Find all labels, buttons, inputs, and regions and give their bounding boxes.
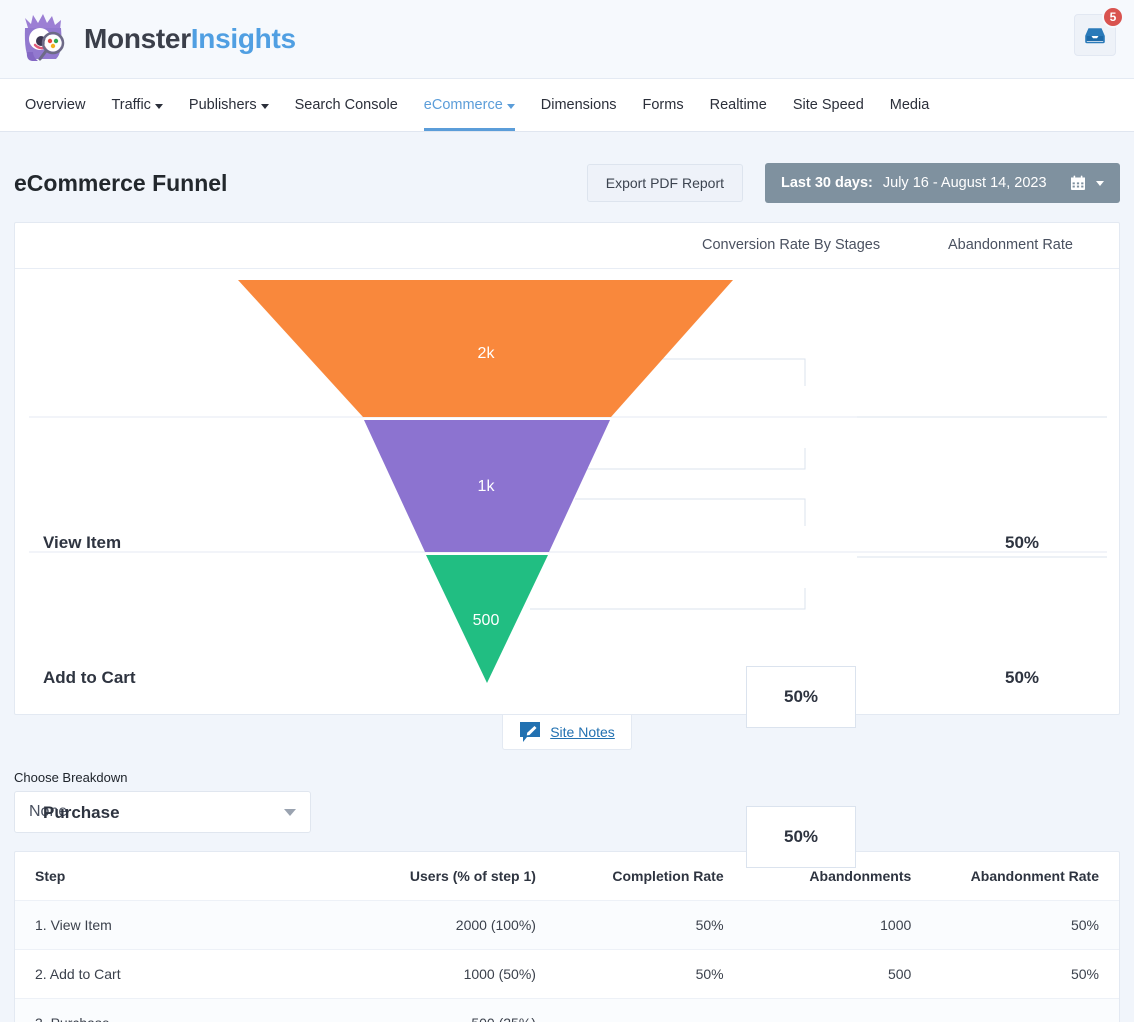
inbox-icon bbox=[1083, 23, 1107, 47]
calendar-icon bbox=[1070, 175, 1086, 191]
nav-item-traffic[interactable]: Traffic bbox=[98, 79, 175, 131]
date-range-label: Last 30 days: bbox=[781, 175, 873, 191]
nav-item-site-speed[interactable]: Site Speed bbox=[780, 79, 877, 131]
cell-step: 3. Purchase bbox=[15, 999, 357, 1022]
table-row: 3. Purchase 500 (25%) -- -- -- bbox=[15, 999, 1119, 1022]
nav-label: Media bbox=[890, 97, 930, 113]
cell-abandonments: -- bbox=[744, 999, 932, 1022]
funnel-stage-label-add-to-cart: Add to Cart bbox=[43, 668, 136, 688]
table-header-row: Step Users (% of step 1) Completion Rate… bbox=[15, 852, 1119, 901]
funnel-graphic: 2k 1k 500 bbox=[15, 269, 1121, 715]
cell-completion-rate: 50% bbox=[556, 901, 744, 950]
column-header-step: Step bbox=[15, 852, 357, 901]
brand-name-monster: Monster bbox=[84, 23, 191, 54]
cell-abandonment-rate: 50% bbox=[931, 950, 1119, 999]
nav-item-realtime[interactable]: Realtime bbox=[697, 79, 780, 131]
column-header-completion-rate: Completion Rate bbox=[556, 852, 744, 901]
cell-step: 2. Add to Cart bbox=[15, 950, 357, 999]
nav-label: Site Speed bbox=[793, 97, 864, 113]
nav-item-media[interactable]: Media bbox=[877, 79, 943, 131]
breakdown-label: Choose Breakdown bbox=[14, 770, 1134, 785]
site-notes-row: Site Notes bbox=[0, 714, 1134, 750]
cell-completion-rate: -- bbox=[556, 999, 744, 1022]
brand-name-insights: Insights bbox=[191, 23, 296, 54]
nav-item-search-console[interactable]: Search Console bbox=[282, 79, 411, 131]
table-row: 2. Add to Cart 1000 (50%) 50% 500 50% bbox=[15, 950, 1119, 999]
nav-item-dimensions[interactable]: Dimensions bbox=[528, 79, 630, 131]
cell-abandonments: 500 bbox=[744, 950, 932, 999]
cell-step: 1. View Item bbox=[15, 901, 357, 950]
funnel-conversion-rate-box-1: 50% bbox=[746, 666, 856, 728]
funnel-conversion-rate-box-2: 50% bbox=[746, 806, 856, 868]
cell-users: 500 (25%) bbox=[357, 999, 556, 1022]
monster-logo-icon bbox=[18, 12, 70, 66]
site-notes-label: Site Notes bbox=[550, 724, 615, 740]
page-title-row: eCommerce Funnel Export PDF Report Last … bbox=[0, 132, 1134, 208]
table-row: 1. View Item 2000 (100%) 50% 1000 50% bbox=[15, 901, 1119, 950]
funnel-chart-card: Conversion Rate By Stages Abandonment Ra… bbox=[14, 222, 1120, 715]
chevron-down-icon bbox=[507, 104, 515, 109]
funnel-value-view-item: 2k bbox=[478, 345, 496, 362]
cell-abandonment-rate: -- bbox=[931, 999, 1119, 1022]
funnel-value-purchase: 500 bbox=[473, 612, 500, 629]
connector-line bbox=[575, 448, 805, 469]
nav-label: eCommerce bbox=[424, 97, 503, 113]
column-header-conversion-rate: Conversion Rate By Stages bbox=[702, 237, 880, 253]
page-title: eCommerce Funnel bbox=[14, 170, 587, 197]
chevron-down-icon bbox=[261, 104, 269, 109]
nav-label: Forms bbox=[643, 97, 684, 113]
date-range-selector[interactable]: Last 30 days: July 16 - August 14, 2023 bbox=[765, 163, 1120, 203]
nav-item-overview[interactable]: Overview bbox=[12, 79, 98, 131]
funnel-steps-table: Step Users (% of step 1) Completion Rate… bbox=[15, 852, 1119, 1022]
funnel-abandonment-rate-add-to-cart: 50% bbox=[962, 668, 1082, 688]
nav-label: Dimensions bbox=[541, 97, 617, 113]
nav-label: Realtime bbox=[710, 97, 767, 113]
funnel-value-add-to-cart: 1k bbox=[478, 478, 496, 495]
connector-line bbox=[530, 588, 805, 609]
chevron-down-icon bbox=[155, 104, 163, 109]
cell-completion-rate: 50% bbox=[556, 950, 744, 999]
cell-users: 2000 (100%) bbox=[357, 901, 556, 950]
funnel-column-headers: Conversion Rate By Stages Abandonment Ra… bbox=[15, 223, 1119, 269]
funnel-steps-table-wrap: Step Users (% of step 1) Completion Rate… bbox=[14, 851, 1120, 1022]
funnel-stage-label-purchase: Purchase bbox=[43, 803, 120, 823]
inbox-button-wrap: 5 bbox=[1074, 14, 1116, 56]
nav-item-forms[interactable]: Forms bbox=[630, 79, 697, 131]
connector-line bbox=[575, 499, 805, 526]
site-notes-button[interactable]: Site Notes bbox=[502, 714, 632, 750]
funnel-abandonment-rate-view-item: 50% bbox=[962, 533, 1082, 553]
chevron-down-icon bbox=[284, 809, 296, 816]
column-header-abandonment-rate: Abandonment Rate bbox=[948, 237, 1073, 253]
nav-label: Publishers bbox=[189, 97, 257, 113]
nav-item-publishers[interactable]: Publishers bbox=[176, 79, 282, 131]
cell-abandonments: 1000 bbox=[744, 901, 932, 950]
inbox-badge-count: 5 bbox=[1102, 6, 1124, 28]
nav-label: Overview bbox=[25, 97, 85, 113]
app-header: MonsterInsights 5 bbox=[0, 0, 1134, 78]
export-pdf-report-button[interactable]: Export PDF Report bbox=[587, 164, 743, 202]
date-range-value: July 16 - August 14, 2023 bbox=[883, 175, 1060, 191]
cell-abandonment-rate: 50% bbox=[931, 901, 1119, 950]
note-pencil-icon bbox=[519, 721, 541, 743]
brand-title: MonsterInsights bbox=[84, 23, 296, 55]
funnel-stage-label-view-item: View Item bbox=[43, 533, 121, 553]
brand: MonsterInsights bbox=[18, 12, 296, 66]
column-header-abandonment-rate: Abandonment Rate bbox=[931, 852, 1119, 901]
nav-label: Traffic bbox=[111, 97, 150, 113]
chevron-down-icon bbox=[1096, 181, 1104, 186]
nav-item-ecommerce[interactable]: eCommerce bbox=[411, 79, 528, 131]
nav-label: Search Console bbox=[295, 97, 398, 113]
column-header-users: Users (% of step 1) bbox=[357, 852, 556, 901]
main-nav: Overview Traffic Publishers Search Conso… bbox=[0, 78, 1134, 132]
cell-users: 1000 (50%) bbox=[357, 950, 556, 999]
